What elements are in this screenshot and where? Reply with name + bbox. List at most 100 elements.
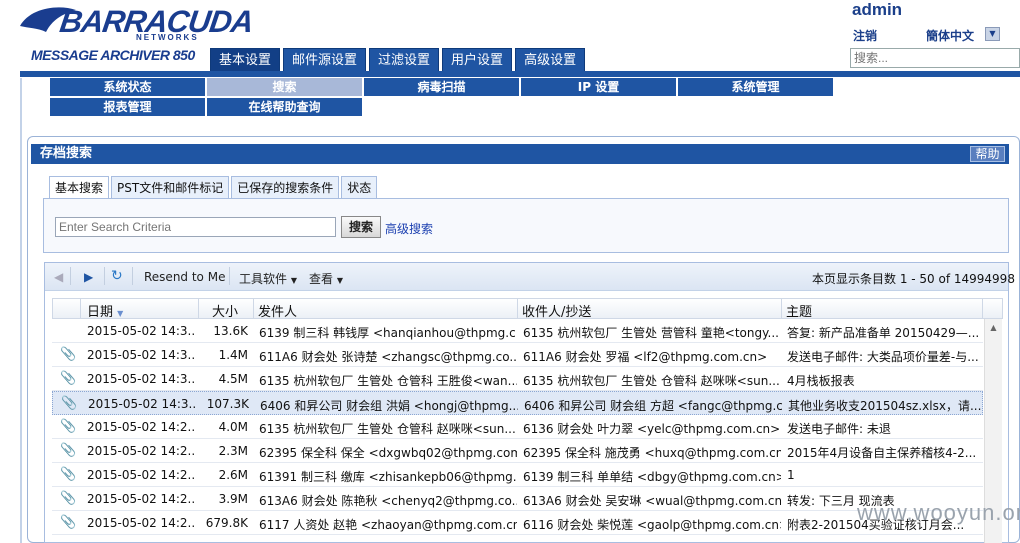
table-row[interactable]: 📎 2015-05-02 14:2... 2.3M 62395 保全科 保全 <dxg… xyxy=(52,439,983,463)
cell-subject: 发送电子邮件: 未退 xyxy=(787,422,891,436)
cell-from: 62395 保全科 保全 <dxgwbq02@thpmg.com... xyxy=(259,446,517,460)
cell-subject: 4月栈板报表 xyxy=(787,374,855,388)
cell-date: 2015-05-02 14:2... xyxy=(87,468,195,482)
cell-size: 2.6M xyxy=(218,468,248,482)
cell-size: 1.4M xyxy=(218,348,248,362)
cell-subject: 其他业务收支201504sz.xlsx，请... xyxy=(788,399,982,413)
subnav-reports[interactable]: 报表管理 xyxy=(50,98,205,116)
cell-to: 6135 杭州软包厂 生管处 仓管科 赵咪咪<sun... xyxy=(523,374,780,388)
resend-button[interactable]: Resend to Me xyxy=(144,270,225,284)
cell-size: 4.5M xyxy=(218,372,248,386)
help-button[interactable]: 帮助 xyxy=(970,146,1005,162)
attachment-icon: 📎 xyxy=(60,467,77,482)
top-tab-mail-source[interactable]: 邮件源设置 xyxy=(283,48,367,71)
column-size[interactable]: 大小 xyxy=(212,301,238,320)
subnav-system-status[interactable]: 系统状态 xyxy=(50,78,205,96)
tab-pst[interactable]: PST文件和邮件标记 xyxy=(111,176,230,198)
cell-to: 613A6 财会处 吴安琳 <wual@thpmg.com.cn> xyxy=(523,494,781,508)
page-info: 本页显示条目数 1 - 50 of 14994998 xyxy=(812,272,1015,286)
table-row[interactable]: 📎 2015-05-02 14:2... 2.6M 61391 制三科 缴库 <zhi… xyxy=(52,463,983,487)
top-search-input[interactable] xyxy=(850,48,1020,68)
table-row[interactable]: 📎 2015-05-02 14:3... 4.5M 6135 杭州软包厂 生管处 仓管… xyxy=(52,367,983,391)
scroll-up-icon[interactable]: ▲ xyxy=(985,323,1002,332)
cell-date: 2015-05-02 14:2... xyxy=(87,444,195,458)
top-tab-advanced[interactable]: 高级设置 xyxy=(515,48,586,71)
cell-from: 613A6 财会处 陈艳秋 <chenyq2@thpmg.co... xyxy=(259,494,517,508)
subnav-virus-scan[interactable]: 病毒扫描 xyxy=(364,78,519,96)
table-row[interactable]: 📎 2015-05-02 14:2... 3.9M 613A6 财会处 陈艳秋 <ch… xyxy=(52,487,983,511)
cell-to: 6116 财会处 柴悦莲 <gaolp@thpmg.com.cn> xyxy=(523,518,781,532)
cell-size: 4.0M xyxy=(218,420,248,434)
nav-divider xyxy=(20,71,1020,77)
cell-date: 2015-05-02 14:3... xyxy=(87,348,195,362)
brand-sub: NETWORKS xyxy=(136,33,199,42)
cell-size: 679.8K xyxy=(205,516,248,530)
next-page-icon[interactable]: ▶ xyxy=(84,270,93,284)
language-select[interactable]: 簡体中文 xyxy=(926,27,974,44)
cell-from: 6406 和昇公司 财会组 洪娟 <hongj@thpmg... xyxy=(260,399,518,413)
cell-to: 6139 制三科 单单结 <dbgy@thpmg.com.cn> xyxy=(523,470,781,484)
attachment-icon: 📎 xyxy=(60,419,77,434)
top-tabs: 基本设置 邮件源设置 过滤设置 用户设置 高级设置 xyxy=(210,48,586,71)
subnav-online-help[interactable]: 在线帮助查询 xyxy=(207,98,362,116)
barracuda-logo: BARRACUDA NETWORKS MESSAGE ARCHIVER 850 xyxy=(18,0,255,70)
logout-link[interactable]: 注销 xyxy=(853,27,877,44)
product-name: MESSAGE ARCHIVER 850 xyxy=(31,47,195,63)
prev-page-icon[interactable]: ◀ xyxy=(54,270,63,284)
chevron-down-icon[interactable]: ▼ xyxy=(985,27,1000,41)
search-tabs: 基本搜索 PST文件和邮件标记 已保存的搜索条件 状态 xyxy=(49,176,378,198)
tab-basic-search[interactable]: 基本搜索 xyxy=(49,176,110,198)
top-tab-basic[interactable]: 基本设置 xyxy=(210,48,281,71)
advanced-search-link[interactable]: 高级搜索 xyxy=(385,220,433,237)
table-row[interactable]: 📎 2015-05-02 14:2... 4.0M 6135 杭州软包厂 生管处 仓管… xyxy=(52,415,983,439)
username: admin xyxy=(852,0,903,19)
cell-from: 6135 杭州软包厂 生管处 仓管科 王胜俊<wan... xyxy=(259,374,517,388)
cell-to: 62395 保全科 施茂勇 <huxq@thpmg.com.cn> xyxy=(523,446,781,460)
view-label: 查看 xyxy=(309,272,334,286)
table-row[interactable]: 📎 2015-05-02 14:3... 1.4M 611A6 财会处 张诗楚 <zh… xyxy=(52,343,983,367)
cell-date: 2015-05-02 14:2... xyxy=(87,492,195,506)
cell-date: 2015-05-02 14:3... xyxy=(87,372,195,386)
cell-size: 3.9M xyxy=(218,492,248,506)
cell-to: 6135 杭州软包厂 生管处 营管科 童艳<tongy... xyxy=(523,326,779,340)
attachment-icon: 📎 xyxy=(60,443,77,458)
watermark: www.wooyun.org xyxy=(857,500,1020,525)
column-to[interactable]: 收件人/抄送 xyxy=(522,301,591,320)
column-from[interactable]: 发件人 xyxy=(258,301,297,320)
tools-menu[interactable]: 工具软件 ▼ xyxy=(239,270,297,287)
panel-title: 存档搜索 xyxy=(31,144,1009,164)
table-row[interactable]: 📎 2015-05-02 14:2... 679.8K 6117 人资处 赵艳 <zh… xyxy=(52,511,983,535)
sub-nav: 系统状态 搜索 病毒扫描 IP 设置 系统管理 报表管理 在线帮助查询 xyxy=(50,78,962,116)
top-tab-filter[interactable]: 过滤设置 xyxy=(369,48,440,71)
tab-status[interactable]: 状态 xyxy=(341,176,378,198)
refresh-icon[interactable]: ↻ xyxy=(111,268,123,284)
left-rule xyxy=(20,78,22,543)
subnav-ip-settings[interactable]: IP 设置 xyxy=(521,78,676,96)
cell-subject: 发送电子邮件: 大类品项价量差-与... xyxy=(787,350,979,364)
column-subject[interactable]: 主题 xyxy=(786,301,812,320)
chevron-down-icon: ▼ xyxy=(336,276,343,285)
column-date[interactable]: 日期 ▼ xyxy=(87,301,123,320)
cell-size: 13.6K xyxy=(213,324,248,338)
cell-from: 6135 杭州软包厂 生管处 仓管科 赵咪咪<sun... xyxy=(259,422,516,436)
search-criteria-input[interactable] xyxy=(55,217,336,237)
subnav-search[interactable]: 搜索 xyxy=(207,78,362,96)
table-row[interactable]: 📎 2015-05-02 14:3... 107.3K 6406 和昇公司 财会组 洪… xyxy=(52,391,983,415)
attachment-icon: 📎 xyxy=(60,515,77,530)
search-button[interactable]: 搜索 xyxy=(341,216,381,238)
subnav-system-admin[interactable]: 系统管理 xyxy=(678,78,833,96)
view-menu[interactable]: 查看 ▼ xyxy=(309,270,343,287)
table-row[interactable]: 2015-05-02 14:3... 13.6K 6139 制三科 韩钱厚 <han… xyxy=(52,319,983,343)
cell-to: 6136 财会处 叶力翠 <yelc@thpmg.com.cn> xyxy=(523,422,781,436)
cell-date: 2015-05-02 14:2... xyxy=(87,420,195,434)
attachment-icon: 📎 xyxy=(60,491,77,506)
tab-saved-searches[interactable]: 已保存的搜索条件 xyxy=(231,176,340,198)
top-tab-users[interactable]: 用户设置 xyxy=(442,48,513,71)
cell-from: 61391 制三科 缴库 <zhisankepb06@thpmg.... xyxy=(259,470,517,484)
column-date-label: 日期 xyxy=(87,305,114,320)
cell-subject: 1 xyxy=(787,468,795,482)
sort-down-icon: ▼ xyxy=(117,309,124,318)
tools-label: 工具软件 xyxy=(239,272,288,286)
attachment-icon: 📎 xyxy=(60,371,77,386)
cell-from: 6139 制三科 韩钱厚 <hanqianhou@thpmg.c... xyxy=(259,326,517,340)
